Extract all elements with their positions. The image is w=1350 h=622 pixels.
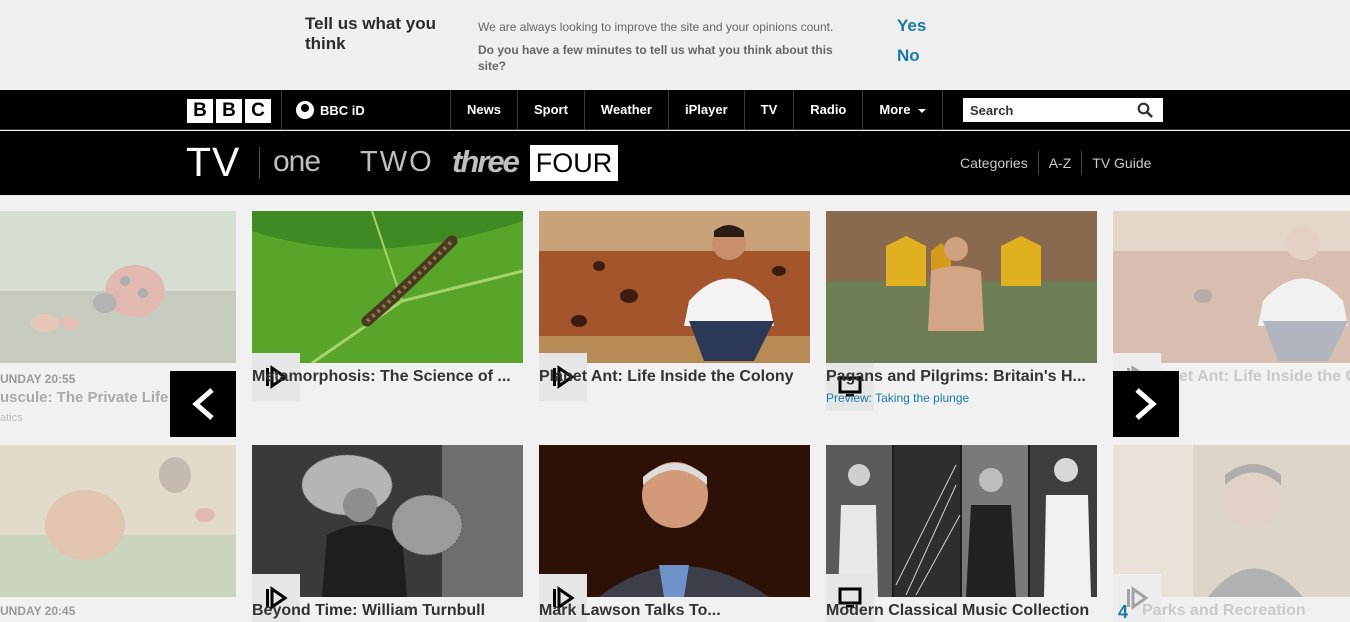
card-title[interactable]: Metamorphosis: The Science of ... (252, 368, 523, 386)
card-title[interactable]: Pagans and Pilgrims: Britain's H... (826, 368, 1097, 386)
nav-tv[interactable]: TV (743, 90, 794, 130)
tv-channel-bar: TV one TWO three FOUR Categories A-Z TV … (0, 131, 1350, 195)
tv-nav-tv-guide[interactable]: TV Guide (1081, 151, 1161, 175)
chevron-left-icon (192, 388, 214, 420)
programme-thumbnail (252, 211, 523, 363)
schedule-time: UNDAY 20:45 (0, 604, 76, 618)
nav-news[interactable]: News (450, 90, 517, 130)
carousel-next-button[interactable] (1113, 371, 1179, 437)
tv-nav-categories[interactable]: Categories (950, 151, 1038, 175)
nav-weather[interactable]: Weather (583, 90, 668, 130)
logo-letter: C (245, 99, 271, 123)
nav-more-label: More (879, 102, 911, 117)
carousel-card[interactable]: Modern Classical Music Collection (826, 445, 1097, 622)
carousel-card[interactable]: Metamorphosis: The Science of ... (252, 211, 523, 401)
channel-one[interactable]: one (273, 143, 321, 181)
survey-no-link[interactable]: No (897, 46, 920, 66)
card-title[interactable]: uscule: The Private Life (0, 389, 168, 406)
programme-thumbnail (1113, 211, 1350, 363)
logo-letter: B (216, 99, 242, 123)
schedule-time: UNDAY 20:55 (0, 372, 76, 386)
programme-thumbnail (0, 211, 236, 363)
survey-title: Tell us what you think (305, 14, 436, 53)
chevron-down-icon (918, 108, 927, 113)
nav-radio[interactable]: Radio (793, 90, 862, 130)
bbc-logo[interactable]: B B C (187, 99, 271, 123)
global-nav-menu: News Sport Weather iPlayer TV Radio More (450, 90, 944, 130)
bbc-id-link[interactable]: BBC iD (296, 101, 365, 119)
tv-logo[interactable]: TV (186, 139, 240, 185)
channel-four-active[interactable]: FOUR (530, 145, 618, 181)
carousel-card[interactable]: Beyond Time: William Turnbull (252, 445, 523, 622)
nav-iplayer[interactable]: iPlayer (667, 90, 744, 130)
nav-more[interactable]: More (862, 90, 944, 130)
carousel-card[interactable]: Mark Lawson Talks To... (539, 445, 810, 622)
carousel-card[interactable]: Pagans and Pilgrims: Britain's H... Prev… (826, 211, 1097, 411)
logo-letter: B (187, 99, 213, 123)
carousel-prev-button[interactable] (170, 371, 236, 437)
nav-sport[interactable]: Sport (516, 90, 584, 130)
divider (281, 90, 282, 130)
user-icon (296, 101, 314, 119)
card-subtitle: atics (0, 412, 23, 424)
survey-text: We are always looking to improve the sit… (478, 20, 834, 34)
carousel-card[interactable]: Planet Ant: Life Inside the Colony (539, 211, 810, 401)
programme-thumbnail (826, 211, 1097, 363)
tv-nav-a-z[interactable]: A-Z (1037, 151, 1082, 175)
channel-two[interactable]: TWO (360, 143, 434, 181)
divider (259, 147, 260, 179)
survey-yes-link[interactable]: Yes (897, 16, 926, 36)
search-icon[interactable] (1137, 102, 1153, 118)
programme-thumbnail (539, 211, 810, 363)
card-title[interactable]: Modern Classical Music Collection (826, 602, 1097, 620)
programme-number: 4 (1118, 602, 1129, 622)
bbc-id-label: BBC iD (320, 102, 365, 118)
card-title[interactable]: Planet Ant: Life Inside the Colony (539, 368, 810, 386)
card-subtitle[interactable]: Preview: Taking the plunge (826, 391, 969, 405)
card-title[interactable]: Parks and Recreation (1142, 602, 1350, 620)
programme-thumbnail (0, 445, 236, 597)
survey-banner: Tell us what you think We are always loo… (0, 0, 1350, 90)
carousel-card-prev[interactable] (0, 445, 236, 622)
tv-sub-nav: Categories A-Z TV Guide (950, 151, 1161, 175)
carousel-card-next[interactable]: Parks and Recreation (1113, 445, 1350, 622)
card-title[interactable]: Mark Lawson Talks To... (539, 602, 810, 620)
card-title[interactable]: et Ant: Life Inside the C (1179, 368, 1350, 386)
card-title[interactable]: Beyond Time: William Turnbull (252, 602, 523, 620)
bbc-global-nav: B B C BBC iD News Sport Weather iPlayer … (0, 90, 1350, 130)
channel-three[interactable]: three (452, 143, 520, 181)
chevron-right-icon (1135, 388, 1157, 420)
search-input[interactable] (963, 98, 1133, 122)
search-box (963, 98, 1163, 122)
survey-question: Do you have a few minutes to tell us wha… (478, 43, 833, 73)
